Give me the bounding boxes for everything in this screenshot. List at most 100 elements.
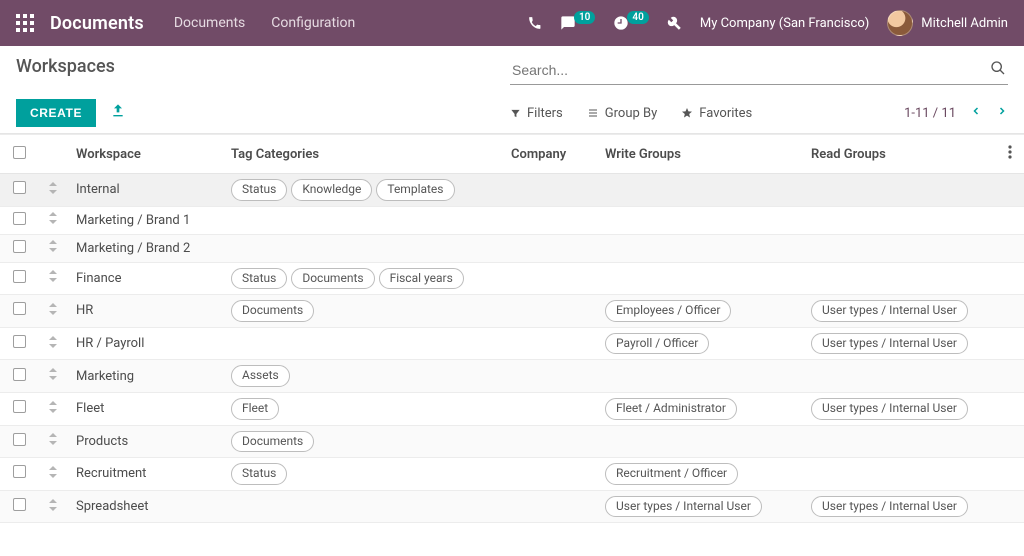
cell-workspace[interactable]: Internal bbox=[68, 174, 223, 207]
tag-pill[interactable]: Knowledge bbox=[291, 179, 372, 201]
drag-handle-icon[interactable] bbox=[38, 295, 68, 328]
drag-handle-icon[interactable] bbox=[38, 392, 68, 425]
group-pill[interactable]: User types / Internal User bbox=[605, 496, 762, 518]
cell-write-groups[interactable]: Payroll / Officer bbox=[597, 327, 803, 360]
cell-write-groups[interactable] bbox=[597, 262, 803, 295]
header-read-groups[interactable]: Read Groups bbox=[803, 135, 996, 174]
cell-company[interactable] bbox=[503, 234, 597, 262]
tag-pill[interactable]: Templates bbox=[376, 179, 454, 201]
cell-tag-categories[interactable]: StatusKnowledgeTemplates bbox=[223, 174, 503, 207]
cell-read-groups[interactable]: User types / Internal User bbox=[803, 327, 996, 360]
table-row[interactable]: FinanceStatusDocumentsFiscal years bbox=[0, 262, 1024, 295]
create-button[interactable]: CREATE bbox=[16, 99, 96, 127]
optional-columns-icon[interactable] bbox=[996, 135, 1024, 174]
drag-handle-icon[interactable] bbox=[38, 234, 68, 262]
tag-pill[interactable]: Fleet bbox=[231, 398, 279, 420]
row-checkbox[interactable] bbox=[0, 327, 38, 360]
cell-tag-categories[interactable]: StatusDocumentsFiscal years bbox=[223, 262, 503, 295]
filters-button[interactable]: Filters bbox=[510, 106, 563, 121]
voip-phone-icon[interactable] bbox=[528, 16, 542, 30]
tag-pill[interactable]: Status bbox=[231, 463, 287, 485]
menu-documents[interactable]: Documents bbox=[174, 15, 245, 31]
cell-write-groups[interactable] bbox=[597, 425, 803, 458]
cell-workspace[interactable]: Products bbox=[68, 425, 223, 458]
header-write-groups[interactable]: Write Groups bbox=[597, 135, 803, 174]
group-pill[interactable]: User types / Internal User bbox=[811, 496, 968, 518]
tag-pill[interactable]: Documents bbox=[231, 431, 314, 453]
header-workspace[interactable]: Workspace bbox=[68, 135, 223, 174]
tag-pill[interactable]: Assets bbox=[231, 365, 290, 387]
row-checkbox[interactable] bbox=[0, 490, 38, 523]
cell-write-groups[interactable]: Employees / Officer bbox=[597, 295, 803, 328]
table-row[interactable]: HRDocuments Employees / Officer User types… bbox=[0, 295, 1024, 328]
table-row[interactable]: SpreadsheetUser types / Internal UserUse… bbox=[0, 490, 1024, 523]
search-input[interactable] bbox=[510, 56, 1008, 85]
cell-read-groups[interactable] bbox=[803, 234, 996, 262]
tag-pill[interactable]: Status bbox=[231, 268, 287, 290]
cell-write-groups[interactable] bbox=[597, 206, 803, 234]
row-checkbox[interactable] bbox=[0, 392, 38, 425]
drag-handle-icon[interactable] bbox=[38, 327, 68, 360]
cell-tag-categories[interactable]: Documents bbox=[223, 295, 503, 328]
search-icon[interactable] bbox=[990, 60, 1006, 80]
row-checkbox[interactable] bbox=[0, 458, 38, 491]
group-pill[interactable]: User types / Internal User bbox=[811, 300, 968, 322]
cell-tag-categories[interactable] bbox=[223, 206, 503, 234]
table-row[interactable]: InternalStatusKnowledgeTemplates bbox=[0, 174, 1024, 207]
table-row[interactable]: Marketing / Brand 1 bbox=[0, 206, 1024, 234]
cell-read-groups[interactable] bbox=[803, 174, 996, 207]
tag-pill[interactable]: Documents bbox=[291, 268, 374, 290]
cell-write-groups[interactable]: Recruitment / Officer bbox=[597, 458, 803, 491]
header-company[interactable]: Company bbox=[503, 135, 597, 174]
cell-write-groups[interactable] bbox=[597, 234, 803, 262]
cell-workspace[interactable]: HR bbox=[68, 295, 223, 328]
menu-configuration[interactable]: Configuration bbox=[271, 15, 355, 31]
cell-company[interactable] bbox=[503, 458, 597, 491]
cell-tag-categories[interactable]: Assets bbox=[223, 360, 503, 393]
cell-company[interactable] bbox=[503, 174, 597, 207]
discuss-icon[interactable]: 10 bbox=[560, 15, 595, 31]
activity-icon[interactable]: 40 bbox=[613, 15, 648, 31]
table-row[interactable]: Products Documents bbox=[0, 425, 1024, 458]
apps-icon[interactable] bbox=[16, 14, 34, 32]
pager-count[interactable]: 1-11 / 11 bbox=[904, 106, 956, 121]
cell-company[interactable] bbox=[503, 206, 597, 234]
cell-company[interactable] bbox=[503, 392, 597, 425]
debug-wrench-icon[interactable] bbox=[667, 16, 682, 31]
header-tag-categories[interactable]: Tag Categories bbox=[223, 135, 503, 174]
pager-prev-icon[interactable] bbox=[970, 105, 982, 121]
cell-company[interactable] bbox=[503, 425, 597, 458]
cell-company[interactable] bbox=[503, 327, 597, 360]
table-row[interactable]: Marketing / Brand 2 bbox=[0, 234, 1024, 262]
cell-write-groups[interactable]: Fleet / Administrator bbox=[597, 392, 803, 425]
cell-tag-categories[interactable] bbox=[223, 327, 503, 360]
drag-handle-icon[interactable] bbox=[38, 360, 68, 393]
group-pill[interactable]: Employees / Officer bbox=[605, 300, 731, 322]
favorites-button[interactable]: Favorites bbox=[681, 106, 752, 121]
cell-workspace[interactable]: Fleet bbox=[68, 392, 223, 425]
cell-tag-categories[interactable]: Status bbox=[223, 458, 503, 491]
row-checkbox[interactable] bbox=[0, 174, 38, 207]
drag-handle-icon[interactable] bbox=[38, 458, 68, 491]
cell-read-groups[interactable] bbox=[803, 360, 996, 393]
cell-read-groups[interactable] bbox=[803, 262, 996, 295]
drag-handle-icon[interactable] bbox=[38, 206, 68, 234]
drag-handle-icon[interactable] bbox=[38, 174, 68, 207]
cell-read-groups[interactable]: User types / Internal User bbox=[803, 490, 996, 523]
user-menu[interactable]: Mitchell Admin bbox=[887, 10, 1008, 36]
table-row[interactable]: HR / PayrollPayroll / OfficerUser types … bbox=[0, 327, 1024, 360]
table-row[interactable]: RecruitmentStatusRecruitment / Officer bbox=[0, 458, 1024, 491]
table-row[interactable]: Fleet Fleet Fleet / AdministratorUser type… bbox=[0, 392, 1024, 425]
cell-write-groups[interactable]: User types / Internal User bbox=[597, 490, 803, 523]
cell-workspace[interactable]: Marketing / Brand 2 bbox=[68, 234, 223, 262]
row-checkbox[interactable] bbox=[0, 295, 38, 328]
cell-read-groups[interactable] bbox=[803, 425, 996, 458]
cell-workspace[interactable]: Marketing / Brand 1 bbox=[68, 206, 223, 234]
tag-pill[interactable]: Fiscal years bbox=[379, 268, 464, 290]
group-pill[interactable]: Payroll / Officer bbox=[605, 333, 709, 355]
cell-company[interactable] bbox=[503, 295, 597, 328]
cell-read-groups[interactable]: User types / Internal User bbox=[803, 392, 996, 425]
row-checkbox[interactable] bbox=[0, 234, 38, 262]
header-checkbox[interactable] bbox=[0, 135, 38, 174]
group-pill[interactable]: Recruitment / Officer bbox=[605, 463, 738, 485]
